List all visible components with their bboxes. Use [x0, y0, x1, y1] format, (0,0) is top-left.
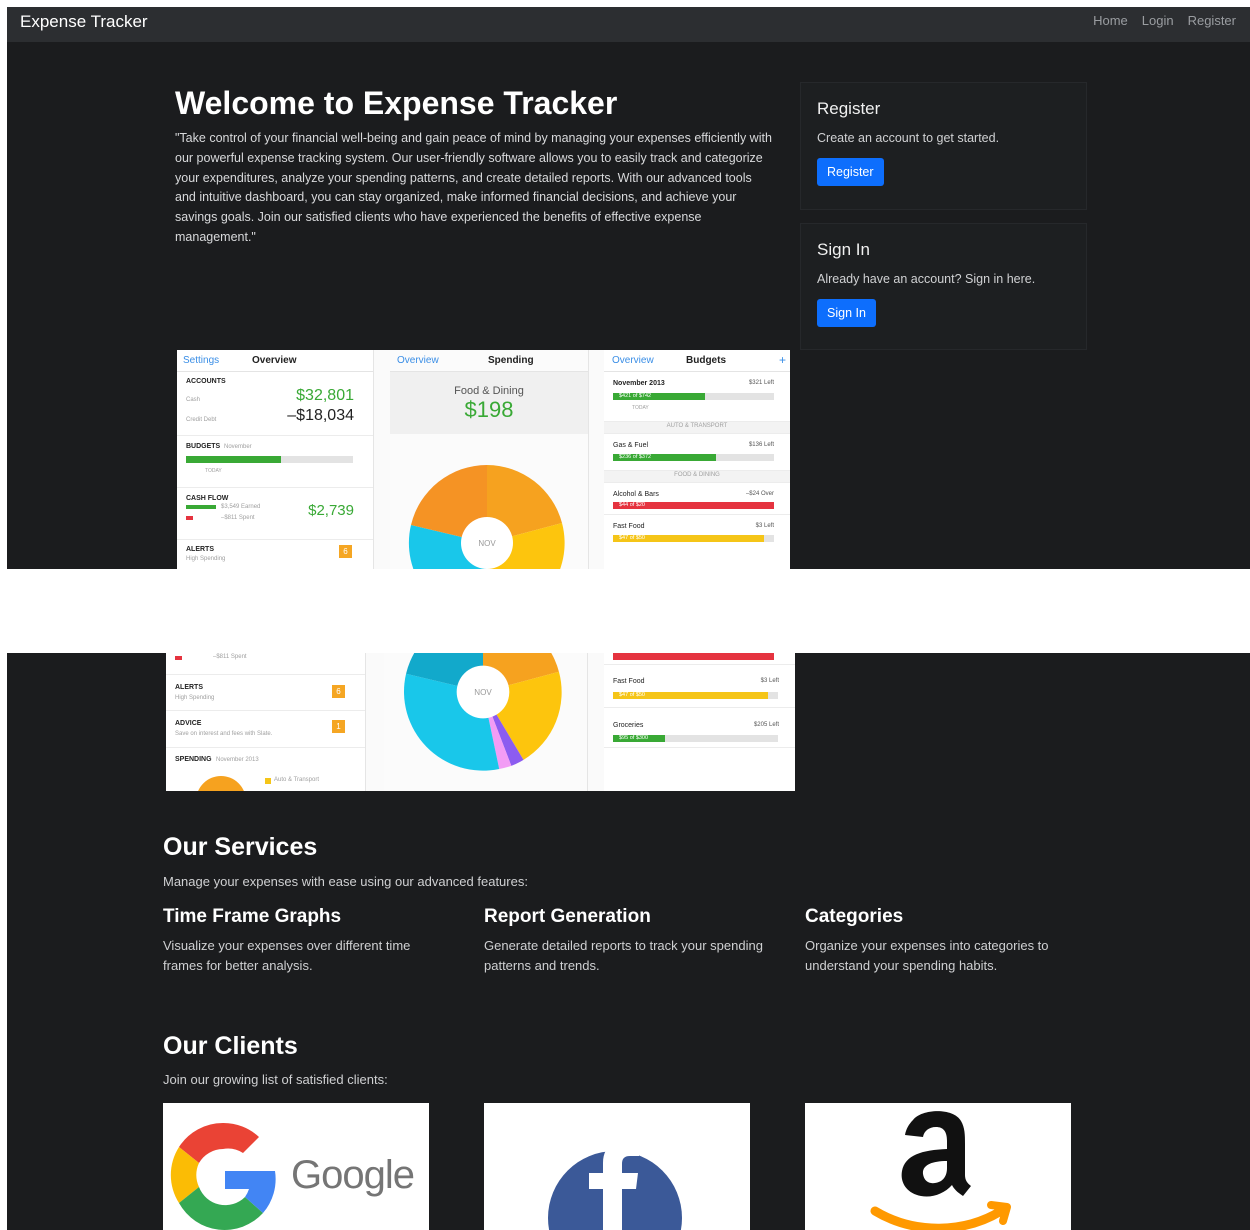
- spending-donut-chart: NOV: [408, 464, 565, 569]
- overview-screen: Settings Overview ACCOUNTS Cash Credit D…: [177, 350, 374, 569]
- budget-progress-bar: [186, 456, 281, 463]
- alerts-count-badge: 6: [339, 545, 352, 558]
- signin-card: Sign In Already have an account? Sign in…: [800, 223, 1087, 350]
- donut-center-label: NOV: [478, 539, 496, 548]
- signin-card-title: Sign In: [817, 240, 870, 259]
- nav-register-link[interactable]: Register: [1188, 13, 1236, 28]
- google-logo-icon: [170, 1122, 276, 1230]
- service-categories-text: Organize your expenses into categories t…: [805, 938, 1049, 973]
- spending-screen-bottom: NOV: [384, 653, 588, 791]
- nav-links: Home Login Register: [1093, 13, 1236, 28]
- budgets-title: Budgets: [686, 355, 726, 366]
- facebook-logo-icon: [548, 1141, 682, 1230]
- screenshot-top: Expense Tracker Home Login Register Welc…: [7, 7, 1250, 569]
- amazon-client-card: [805, 1103, 1071, 1230]
- clients-title: Our Clients: [163, 1032, 298, 1060]
- service-report-title: Report Generation: [484, 906, 651, 927]
- services-title: Our Services: [163, 833, 318, 861]
- spending-back-link: Overview: [397, 355, 439, 366]
- spending-amount: $198: [464, 397, 514, 422]
- advice-count-badge: 1: [332, 720, 345, 733]
- screenshot-bottom: –$811 Spent ALERTS High Spending 6 ADVIC…: [7, 653, 1250, 1230]
- spending-donut-chart-bottom: NOV: [403, 653, 562, 771]
- google-client-card: Google: [163, 1103, 429, 1230]
- services-subtitle: Manage your expenses with ease using our…: [163, 874, 528, 889]
- clients-subtitle: Join our growing list of satisfied clien…: [163, 1072, 388, 1087]
- hero-title: Welcome to Expense Tracker: [175, 85, 618, 121]
- spending-screen: Overview Spending Food & Dining $198 NOV: [390, 350, 589, 569]
- app-preview-image: Settings Overview ACCOUNTS Cash Credit D…: [177, 350, 790, 569]
- brand-link[interactable]: Expense Tracker: [20, 12, 148, 32]
- credit-value: –$18,034: [287, 407, 354, 424]
- register-card-text: Create an account to get started.: [817, 131, 1000, 145]
- register-card: Register Create an account to get starte…: [800, 82, 1087, 210]
- register-card-title: Register: [817, 99, 881, 118]
- svg-text:NOV: NOV: [474, 688, 492, 697]
- spending-title: Spending: [488, 355, 534, 366]
- amazon-logo-icon: [870, 1111, 1011, 1230]
- google-wordmark: Google: [291, 1153, 415, 1197]
- nav-login-link[interactable]: Login: [1142, 13, 1174, 28]
- budgets-screen: Overview Budgets + November 2013 $321 Le…: [604, 350, 790, 569]
- service-report-text: Generate detailed reports to track your …: [484, 938, 763, 973]
- signin-button[interactable]: Sign In: [817, 299, 876, 327]
- app-preview-image-bottom: –$811 Spent ALERTS High Spending 6 ADVIC…: [166, 653, 795, 791]
- cashflow-value: $2,739: [308, 502, 354, 519]
- cash-value: $32,801: [296, 387, 354, 404]
- navbar: Expense Tracker Home Login Register: [7, 7, 1250, 42]
- overview-back-link: Settings: [183, 355, 220, 366]
- service-time-frame-text: Visualize your expenses over different t…: [163, 938, 411, 973]
- signin-card-text: Already have an account? Sign in here.: [817, 272, 1036, 286]
- spending-category: Food & Dining: [454, 385, 524, 397]
- overview-screen-bottom: –$811 Spent ALERTS High Spending 6 ADVIC…: [166, 653, 366, 791]
- register-button[interactable]: Register: [817, 158, 884, 186]
- budgets-screen-bottom: Fast Food $3 Left $47 of $50 Groceries $…: [604, 653, 795, 791]
- overview-title: Overview: [252, 355, 297, 366]
- nav-home-link[interactable]: Home: [1093, 13, 1128, 28]
- add-budget-icon: +: [778, 353, 786, 367]
- service-time-frame-title: Time Frame Graphs: [163, 906, 342, 927]
- service-categories-title: Categories: [805, 906, 904, 927]
- hero-text: "Take control of your financial well-bei…: [175, 131, 772, 244]
- budgets-back-link: Overview: [612, 355, 654, 366]
- facebook-client-card: [484, 1103, 750, 1230]
